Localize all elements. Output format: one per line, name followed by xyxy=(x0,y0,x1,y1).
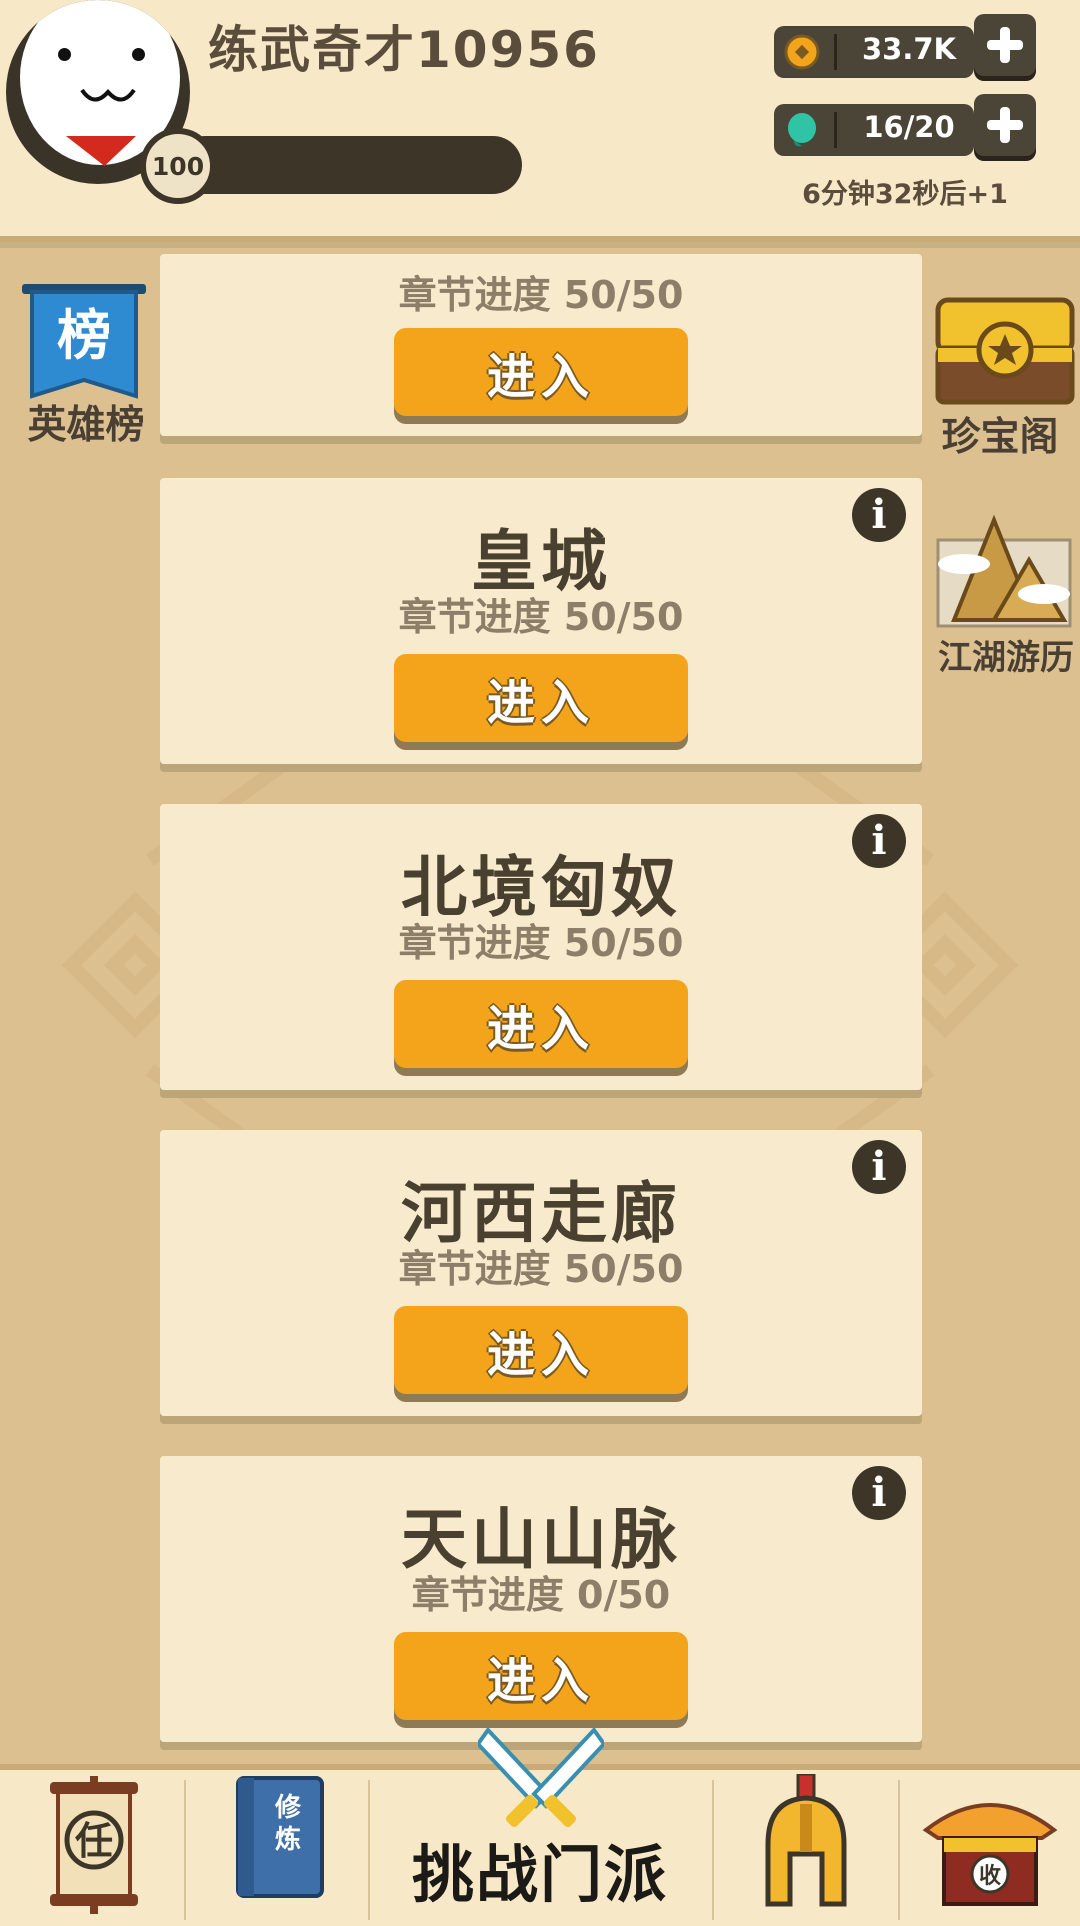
book-char-2: 炼 xyxy=(275,1825,301,1855)
enter-button[interactable]: 进入 xyxy=(394,1306,688,1394)
coin-icon xyxy=(784,34,820,70)
coin-value: 33.7K xyxy=(861,32,957,66)
hero-ranking-button[interactable]: 榜 英雄榜 xyxy=(14,284,174,448)
avatar-eye-left xyxy=(58,48,71,61)
chapter-progress: 章节进度 50/50 xyxy=(398,595,684,639)
task-scroll-icon: 任 xyxy=(50,1776,138,1914)
avatar-mouth xyxy=(80,88,136,102)
player-name: 练武奇才10956 xyxy=(208,21,600,79)
chapter-progress: 章节进度 50/50 xyxy=(398,1247,684,1291)
jianghu-travel-button[interactable]: 江湖游历 xyxy=(934,500,1080,680)
avatar-eye-right xyxy=(132,48,145,61)
challenge-sect-label: 挑战门派 xyxy=(411,1838,668,1911)
helmet-icon xyxy=(765,1774,847,1907)
crossed-swords-icon xyxy=(478,1726,604,1828)
xp-bar xyxy=(176,136,522,194)
coin-counter: 33.7K xyxy=(774,26,974,78)
treasure-chest-icon xyxy=(935,297,1075,405)
enter-button[interactable]: 进入 xyxy=(394,1632,688,1720)
mountain-scroll-icon xyxy=(936,514,1072,628)
jianghu-travel-label: 江湖游历 xyxy=(938,638,1074,678)
add-energy-button[interactable] xyxy=(974,94,1036,156)
enter-button[interactable]: 进入 xyxy=(394,654,688,742)
energy-separator xyxy=(834,112,837,148)
hero-ranking-label: 英雄榜 xyxy=(27,403,145,448)
chapter-progress: 章节进度 50/50 xyxy=(398,273,684,317)
chapter-progress: 章节进度 50/50 xyxy=(398,921,684,965)
nav-tasks[interactable]: 任 xyxy=(0,1770,184,1926)
chapter-card-2: i 北境匈奴 章节进度 50/50 进入 xyxy=(160,804,922,1090)
energy-value: 16/20 xyxy=(863,110,955,144)
nav-shop[interactable]: 收 xyxy=(900,1770,1080,1926)
chapter-progress: 章节进度 0/50 xyxy=(411,1573,671,1617)
treasure-pavilion-label: 珍宝阁 xyxy=(941,415,1059,460)
shop-pavilion-icon: 收 xyxy=(922,1803,1058,1906)
nav-challenge-sect[interactable]: 挑战门派 xyxy=(370,1726,712,1926)
add-coins-button[interactable] xyxy=(974,14,1036,76)
book-char-1: 修 xyxy=(274,1792,302,1823)
top-header: 练武奇才10956 100 33.7K 16/20 6分钟32秒后+1 xyxy=(0,0,1080,242)
treasure-pavilion-button[interactable]: 珍宝阁 xyxy=(920,286,1080,462)
nav-training[interactable]: 修 炼 xyxy=(186,1770,368,1926)
task-char: 任 xyxy=(75,1819,113,1863)
energy-drop-icon xyxy=(788,113,816,147)
coin-separator xyxy=(834,34,837,70)
energy-counter: 16/20 xyxy=(774,104,974,156)
enter-button[interactable]: 进入 xyxy=(394,980,688,1068)
shop-char: 收 xyxy=(979,1863,1001,1889)
bottom-nav: 任 修 炼 挑战门派 收 xyxy=(0,1726,1080,1926)
nav-equipment[interactable] xyxy=(714,1770,898,1926)
training-book-icon: 修 炼 xyxy=(236,1776,324,1898)
chapter-card-3: i 河西走廊 章节进度 50/50 进入 xyxy=(160,1130,922,1416)
ranking-banner-icon: 榜 xyxy=(22,284,146,399)
enter-button[interactable]: 进入 xyxy=(394,328,688,416)
chapter-card-1: i 皇城 章节进度 50/50 进入 xyxy=(160,478,922,764)
chapter-card-0: 章节进度 50/50 进入 xyxy=(160,254,922,436)
energy-timer: 6分钟32秒后+1 xyxy=(802,179,1008,210)
ranking-badge-char: 榜 xyxy=(57,304,111,367)
chapter-card-4: i 天山山脉 章节进度 0/50 进入 xyxy=(160,1456,922,1742)
level-badge: 100 xyxy=(140,128,216,204)
